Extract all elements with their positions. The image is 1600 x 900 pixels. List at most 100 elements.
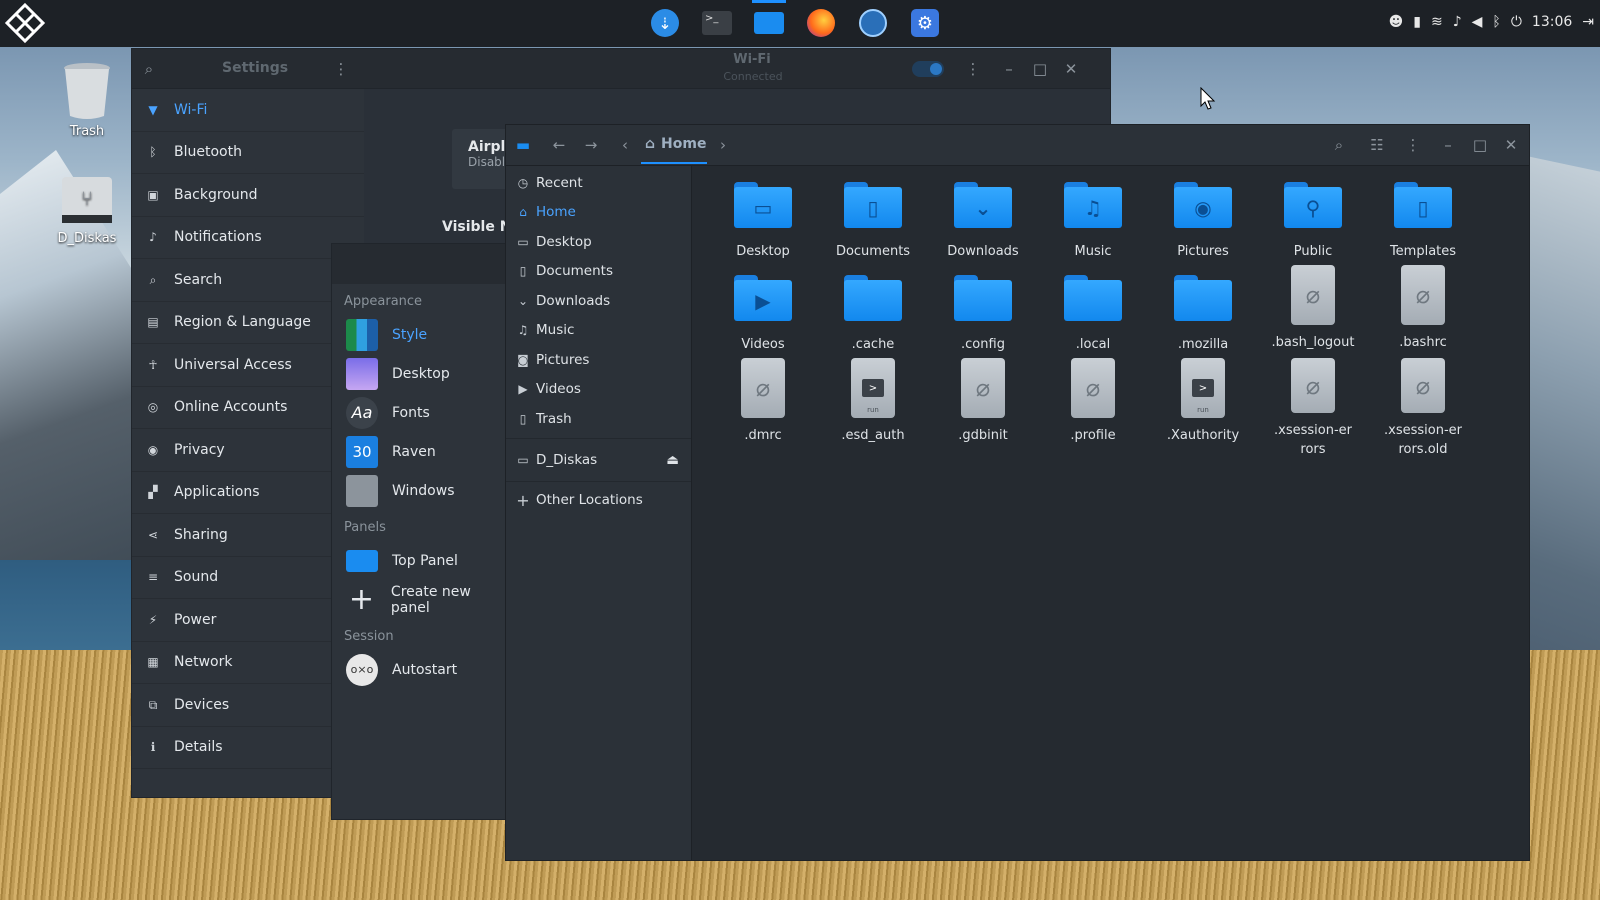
documents-icon: ▯ — [519, 264, 527, 279]
sidebar-item-wi-fi[interactable]: ▼ Wi-Fi — [132, 89, 364, 132]
battery-icon[interactable]: ▮ — [1413, 14, 1421, 30]
menu-icon[interactable]: ⋮ — [1404, 136, 1422, 154]
pictures-icon: ◙ — [517, 352, 529, 367]
sidebar-item-bluetooth[interactable]: ᛒ Bluetooth — [132, 132, 364, 174]
place-home[interactable]: ⌂ Home — [506, 198, 691, 228]
sidebar-item-network[interactable]: ▦ Network — [132, 642, 364, 684]
sidebar-item-background[interactable]: ▣ Background — [132, 174, 364, 217]
sidebar-item-devices[interactable]: ⧉ Devices — [132, 684, 364, 727]
wifi-toggle[interactable] — [912, 61, 944, 77]
sidebar-item-power[interactable]: ⚡ Power — [132, 599, 364, 642]
place-documents[interactable]: ▯ Documents — [506, 257, 691, 287]
file-item[interactable]: ⚲ Public — [1258, 180, 1368, 273]
file-item[interactable]: ◉ Pictures — [1148, 180, 1258, 273]
file-item[interactable]: ▭ Desktop — [708, 180, 818, 273]
search-icon[interactable]: ⌕ — [1330, 136, 1348, 154]
desktop-drive[interactable]: ⑂ D_Diskas — [52, 175, 122, 246]
place-pictures[interactable]: ◙ Pictures — [506, 345, 691, 375]
file-item[interactable]: .cache — [818, 273, 928, 366]
forward-arrow-icon[interactable]: → — [582, 136, 600, 154]
view-options-icon[interactable]: ☷ — [1368, 136, 1386, 154]
file-item[interactable]: ⌄ Downloads — [928, 180, 1038, 273]
file-item[interactable]: .mozilla — [1148, 273, 1258, 366]
settings-menu-icon[interactable]: ⋮ — [332, 60, 350, 78]
place-downloads[interactable]: ⌄ Downloads — [506, 286, 691, 316]
file-item[interactable]: ⌀ .dmrc — [708, 358, 818, 459]
sidebar-item-notifications[interactable]: ♪ Notifications — [132, 217, 364, 259]
mouse-cursor-icon — [1200, 87, 1216, 110]
back-arrow-icon[interactable]: ← — [550, 136, 568, 154]
dock-terminal[interactable]: >_ — [700, 6, 734, 40]
sidebar-item-sound[interactable]: ≡ Sound — [132, 557, 364, 599]
maximize-icon[interactable]: □ — [1471, 136, 1489, 154]
tweak-autostart[interactable]: o×o Autostart — [332, 650, 510, 689]
file-item[interactable]: ⌀ .bash_logout — [1258, 265, 1368, 366]
status-icon[interactable]: ☻ — [1389, 14, 1404, 30]
tweak-fonts[interactable]: Aa Fonts — [332, 393, 510, 432]
minimize-icon[interactable]: – — [1000, 60, 1018, 78]
file-item[interactable]: ⌀ .xsession-errors — [1258, 358, 1368, 459]
file-item[interactable]: ▯ Documents — [818, 180, 928, 273]
clock[interactable]: 13:06 — [1532, 14, 1572, 30]
search-icon[interactable]: ⌕ — [140, 60, 158, 78]
breadcrumb-home[interactable]: ⌂ Home — [640, 136, 708, 164]
sidebar-item-sharing[interactable]: ⋖ Sharing — [132, 514, 364, 557]
file-item[interactable]: ▯ Templates — [1368, 180, 1478, 273]
file-item[interactable]: ⌀ .bashrc — [1368, 265, 1478, 366]
place-desktop[interactable]: ▭ Desktop — [506, 227, 691, 257]
bluetooth-icon[interactable]: ᛒ — [1492, 14, 1500, 30]
place-videos[interactable]: ▶ Videos — [506, 375, 691, 405]
sidebar-item-applications[interactable]: ▞ Applications — [132, 472, 364, 514]
tweak-windows[interactable]: Windows — [332, 471, 510, 510]
chevron-right-icon[interactable]: › — [714, 136, 732, 154]
file-item[interactable]: > run .Xauthority — [1148, 358, 1258, 459]
file-item-label: .mozilla — [1177, 337, 1229, 352]
place-label: Home — [536, 204, 576, 221]
minimize-icon[interactable]: – — [1439, 136, 1457, 154]
place-recent[interactable]: ◷ Recent — [506, 168, 691, 198]
file-item[interactable]: ⌀ .gdbinit — [928, 358, 1038, 459]
sidebar-item-online-accounts[interactable]: ◎ Online Accounts — [132, 387, 364, 429]
file-item[interactable]: .config — [928, 273, 1038, 366]
close-icon[interactable]: ✕ — [1062, 60, 1080, 78]
tweak-desktop[interactable]: Desktop — [332, 354, 510, 393]
file-item[interactable]: ▶ Videos — [708, 273, 818, 366]
videos-icon: ▶ — [518, 382, 528, 397]
tweak-style[interactable]: Style — [332, 315, 510, 354]
desktop-trash[interactable]: Trash — [52, 60, 122, 139]
close-icon[interactable]: ✕ — [1502, 136, 1520, 154]
sidebar-item-search[interactable]: ⌕ Search — [132, 259, 364, 302]
eject-icon[interactable]: ⏏ — [666, 452, 679, 468]
tweak-create-panel[interactable]: + Create new panel — [332, 580, 510, 619]
maximize-icon[interactable]: □ — [1031, 60, 1049, 78]
file-item[interactable]: ⌀ .xsession-errors.old — [1368, 358, 1478, 459]
sidebar-item-label: Wi-Fi — [174, 101, 208, 118]
volume-icon[interactable]: ◀ — [1472, 14, 1483, 30]
tweak-raven[interactable]: 30 Raven — [332, 432, 510, 471]
place-music[interactable]: ♫ Music — [506, 316, 691, 346]
power-icon[interactable]: ⏻ — [1511, 14, 1522, 30]
sidebar-item-privacy[interactable]: ◉ Privacy — [132, 429, 364, 472]
dock-downloader[interactable]: ⇣ — [648, 6, 682, 40]
network-icon[interactable]: ≋ — [1431, 14, 1443, 30]
sidebar-item-universal-access[interactable]: ☥ Universal Access — [132, 344, 364, 387]
file-item[interactable]: .local — [1038, 273, 1148, 366]
file-item[interactable]: > run .esd_auth — [818, 358, 928, 459]
sidebar-item-details[interactable]: ℹ Details — [132, 727, 364, 769]
file-item[interactable]: ♫ Music — [1038, 180, 1148, 273]
sidebar-item-region-language[interactable]: ▤ Region & Language — [132, 302, 364, 344]
file-item[interactable]: ⌀ .profile — [1038, 358, 1148, 459]
dock-settings-app[interactable] — [856, 6, 890, 40]
chevron-left-icon[interactable]: ‹ — [616, 136, 634, 154]
place-device[interactable]: ▭ D_Diskas ⏏ — [506, 443, 691, 477]
logout-icon[interactable]: ⇥ — [1582, 14, 1594, 30]
tweak-top-panel[interactable]: Top Panel — [332, 541, 510, 580]
dock-files[interactable] — [752, 0, 786, 40]
dock-tweaks[interactable]: ⚙ — [908, 6, 942, 40]
distro-logo-icon[interactable] — [4, 2, 46, 44]
place-trash[interactable]: ▯ Trash — [506, 404, 691, 434]
notifications-icon[interactable]: ♪ — [1453, 14, 1462, 30]
wifi-menu-icon[interactable]: ⋮ — [964, 60, 982, 78]
dock-firefox[interactable] — [804, 6, 838, 40]
place-other-locations[interactable]: + Other Locations — [506, 486, 691, 516]
